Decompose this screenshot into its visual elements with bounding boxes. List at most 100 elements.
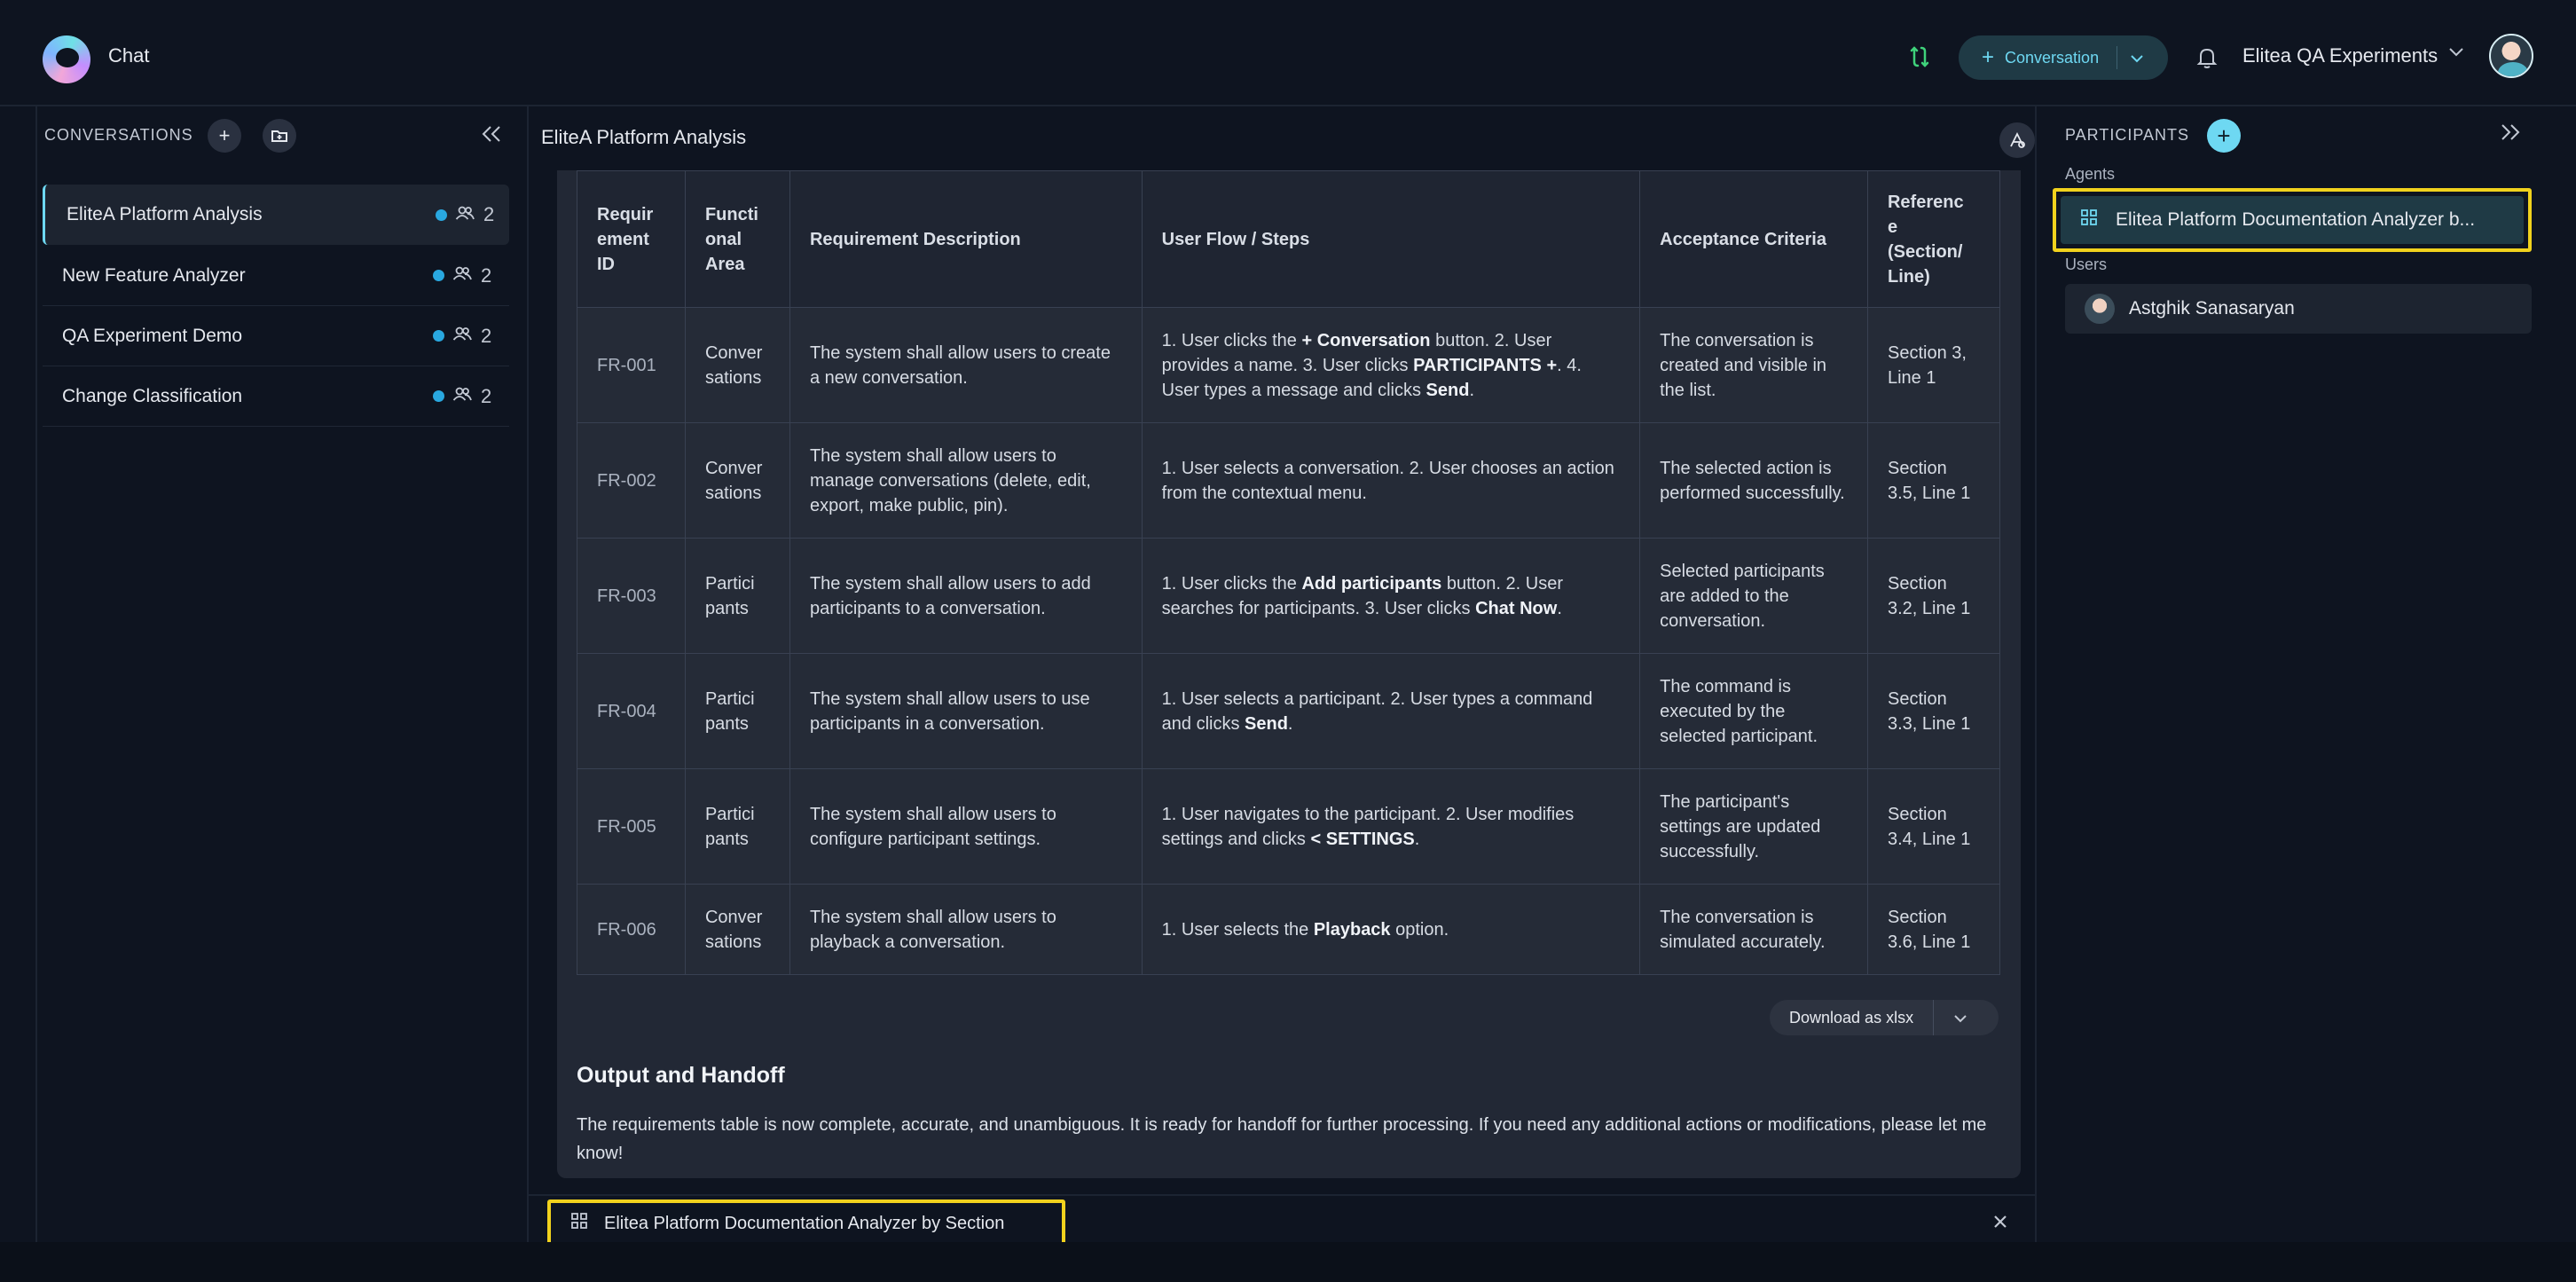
download-xlsx-button[interactable]: Download as xlsx bbox=[1770, 1000, 1999, 1035]
conversation-item[interactable]: EliteA Platform Analysis 2 bbox=[43, 185, 509, 245]
user-avatar[interactable] bbox=[2489, 34, 2533, 78]
output-heading: Output and Handoff bbox=[577, 1063, 785, 1088]
reference-cell: Section 3.5, Line 1 bbox=[1866, 422, 2001, 539]
participants-icon bbox=[452, 386, 472, 406]
description-cell: The system shall allow users to playback… bbox=[789, 884, 1143, 975]
conversation-item[interactable]: QA Experiment Demo 2 bbox=[43, 306, 509, 366]
main-divider-right bbox=[2035, 106, 2037, 1242]
table-header-row: Requir ement ID Functi onal Area Require… bbox=[577, 170, 2001, 308]
participants-heading: PARTICIPANTS bbox=[2065, 126, 2190, 144]
add-participant-button[interactable]: + bbox=[2207, 119, 2241, 153]
user-flow-cell: 1. User navigates to the participant. 2.… bbox=[1141, 768, 1641, 885]
folder-icon[interactable] bbox=[263, 119, 296, 153]
table-row: FR-003 Partici pants The system shall allo… bbox=[577, 538, 2001, 654]
agent-grid-icon bbox=[2080, 208, 2098, 232]
agent-grid-icon bbox=[570, 1212, 588, 1235]
acceptance-criteria-cell: The command is executed by the selected … bbox=[1639, 653, 1868, 769]
new-conversation-label: Conversation bbox=[2005, 48, 2100, 67]
input-divider bbox=[529, 1194, 2035, 1196]
requirement-id-cell: FR-006 bbox=[577, 884, 686, 975]
chevron-down-icon[interactable] bbox=[2130, 49, 2144, 67]
users-label: Users bbox=[2065, 256, 2108, 273]
column-header: Acceptance Criteria bbox=[1639, 170, 1868, 308]
participants-icon bbox=[452, 265, 472, 286]
avatar bbox=[2085, 294, 2115, 324]
acceptance-criteria-cell: Selected participants are added to the c… bbox=[1639, 538, 1868, 654]
agents-label: Agents bbox=[2065, 165, 2116, 183]
reference-cell: Section 3.4, Line 1 bbox=[1866, 768, 2001, 885]
agent-participant-item[interactable]: Elitea Platform Documentation Analyzer b… bbox=[2053, 188, 2532, 252]
button-divider bbox=[1933, 1000, 1935, 1035]
chat-title: EliteA Platform Analysis bbox=[541, 126, 747, 148]
download-label: Download as xlsx bbox=[1789, 1008, 1914, 1026]
app-title: Chat bbox=[108, 44, 150, 67]
user-flow-cell: 1. User clicks the + Conversation button… bbox=[1141, 307, 1641, 423]
user-flow-cell: 1. User selects the Playback option. bbox=[1141, 884, 1641, 975]
reference-cell: Section 3, Line 1 bbox=[1866, 307, 2001, 423]
footer-bar bbox=[0, 1242, 2576, 1282]
status-dot bbox=[433, 390, 444, 402]
conversation-name: QA Experiment Demo bbox=[62, 325, 243, 346]
column-header: Functi onal Area bbox=[684, 170, 790, 308]
notifications-bell-icon[interactable] bbox=[2196, 46, 2218, 69]
top-bar: Chat + Conversation Elitea QA Experiment… bbox=[0, 0, 2576, 106]
conversation-name: New Feature Analyzer bbox=[62, 264, 246, 286]
user-flow-cell: 1. User clicks the Add participants butt… bbox=[1141, 538, 1641, 654]
participant-count: 2 bbox=[481, 263, 492, 287]
collapse-sidebar-icon[interactable] bbox=[481, 122, 502, 150]
agent-swap-icon[interactable] bbox=[1907, 44, 1932, 69]
conversation-name: Change Classification bbox=[62, 385, 243, 406]
column-header: Referenc e (Section/ Line) bbox=[1866, 170, 2001, 308]
acceptance-criteria-cell: The conversation is simulated accurately… bbox=[1639, 884, 1868, 975]
table-row: FR-001 Conver sations The system shall all… bbox=[577, 307, 2001, 423]
status-dot bbox=[436, 208, 447, 221]
conversations-heading: CONVERSATIONS bbox=[44, 126, 193, 144]
table-row: FR-004 Partici pants The system shall allo… bbox=[577, 653, 2001, 769]
user-flow-cell: 1. User selects a conversation. 2. User … bbox=[1141, 422, 1641, 539]
collapse-participants-icon[interactable] bbox=[2500, 121, 2521, 148]
chat-settings-icon[interactable] bbox=[1999, 122, 2035, 158]
description-cell: The system shall allow users to add part… bbox=[789, 538, 1143, 654]
selected-agent-name: Elitea Platform Documentation Analyzer b… bbox=[604, 1213, 1005, 1233]
status-dot bbox=[433, 330, 444, 342]
table-row: FR-002 Conver sations The system shall all… bbox=[577, 422, 2001, 539]
status-dot bbox=[433, 270, 444, 281]
participants-icon bbox=[455, 205, 475, 225]
functional-area-cell: Conver sations bbox=[684, 884, 790, 975]
app-logo[interactable] bbox=[43, 35, 90, 83]
requirement-id-cell: FR-005 bbox=[577, 768, 686, 885]
user-flow-cell: 1. User selects a participant. 2. User t… bbox=[1141, 653, 1641, 769]
participants-icon bbox=[452, 326, 472, 346]
participant-count: 2 bbox=[481, 384, 492, 407]
functional-area-cell: Partici pants bbox=[684, 653, 790, 769]
conversation-item[interactable]: Change Classification 2 bbox=[43, 366, 509, 427]
user-participant-name: Astghik Sanasaryan bbox=[2129, 298, 2295, 319]
close-icon[interactable] bbox=[1992, 1208, 2008, 1236]
acceptance-criteria-cell: The conversation is created and visible … bbox=[1639, 307, 1868, 423]
participant-count: 2 bbox=[483, 203, 495, 225]
new-conversation-button[interactable]: + Conversation bbox=[1959, 35, 2168, 80]
conversation-list: EliteA Platform Analysis 2 New Feature A… bbox=[43, 185, 509, 427]
add-conversation-button[interactable]: + bbox=[208, 119, 241, 153]
user-participant-item[interactable]: Astghik Sanasaryan bbox=[2065, 284, 2532, 334]
requirements-table: Requir ement ID Functi onal Area Require… bbox=[577, 170, 2001, 975]
conversation-item[interactable]: New Feature Analyzer 2 bbox=[43, 246, 509, 306]
main-divider-left bbox=[527, 106, 529, 1242]
reference-cell: Section 3.2, Line 1 bbox=[1866, 538, 2001, 654]
acceptance-criteria-cell: The selected action is performed success… bbox=[1639, 422, 1868, 539]
reference-cell: Section 3.6, Line 1 bbox=[1866, 884, 2001, 975]
chevron-down-icon[interactable] bbox=[1953, 1009, 1967, 1027]
output-text: The requirements table is now complete, … bbox=[577, 1115, 1987, 1163]
table-row: FR-005 Partici pants The system shall allo… bbox=[577, 768, 2001, 885]
column-header: Requir ement ID bbox=[577, 170, 686, 308]
table-row: FR-006 Conver sations The system shall all… bbox=[577, 884, 2001, 975]
functional-area-cell: Partici pants bbox=[684, 538, 790, 654]
project-selector[interactable]: Elitea QA Experiments bbox=[2242, 44, 2438, 67]
project-chevron-down-icon[interactable] bbox=[2448, 43, 2464, 63]
participant-count: 2 bbox=[481, 324, 492, 347]
description-cell: The system shall allow users to manage c… bbox=[789, 422, 1143, 539]
selected-agent-chip[interactable]: Elitea Platform Documentation Analyzer b… bbox=[547, 1199, 1065, 1247]
table-body: FR-001 Conver sations The system shall all… bbox=[577, 307, 2001, 975]
plus-icon: + bbox=[1982, 45, 1995, 69]
column-header: Requirement Description bbox=[789, 170, 1143, 308]
